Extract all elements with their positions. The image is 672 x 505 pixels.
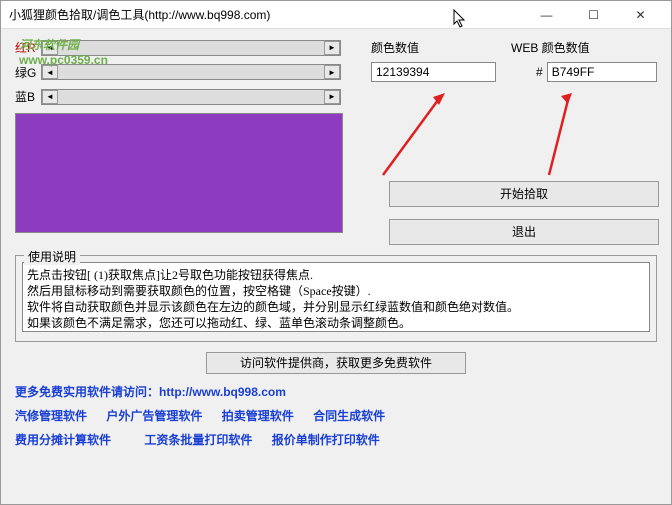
slider-left-arrow[interactable]: ◄ xyxy=(42,65,58,79)
exit-button[interactable]: 退出 xyxy=(389,219,659,245)
slider-left-arrow[interactable]: ◄ xyxy=(42,90,58,104)
maximize-button[interactable]: ☐ xyxy=(571,5,616,25)
slider-right-arrow[interactable]: ► xyxy=(324,41,340,55)
vendor-url[interactable]: http://www.bq998.com xyxy=(159,385,286,399)
visit-vendor-button[interactable]: 访问软件提供商，获取更多免费软件 xyxy=(206,352,466,374)
green-label: 绿G xyxy=(15,64,41,81)
arrow-annotation xyxy=(541,93,591,183)
link-item[interactable]: 合同生成软件 xyxy=(313,409,385,423)
blue-label: 蓝B xyxy=(15,88,41,105)
window-title: 小狐狸颜色拾取/调色工具(http://www.bq998.com) xyxy=(9,6,524,23)
link-item[interactable]: 汽修管理软件 xyxy=(15,409,87,423)
minimize-button[interactable]: — xyxy=(524,5,569,25)
close-button[interactable]: ✕ xyxy=(618,5,663,25)
instructions-text[interactable] xyxy=(22,262,650,332)
more-software-label: 更多免费实用软件请访问： xyxy=(15,385,159,399)
decimal-value-input[interactable] xyxy=(371,62,496,82)
red-label: 红R xyxy=(15,39,41,56)
slider-right-arrow[interactable]: ► xyxy=(324,90,340,104)
instructions-title: 使用说明 xyxy=(24,248,80,265)
hex-value-input[interactable] xyxy=(547,62,657,82)
arrow-annotation xyxy=(371,93,451,183)
links-section: 更多免费实用软件请访问：http://www.bq998.com 汽修管理软件 … xyxy=(15,380,657,452)
slider-right-arrow[interactable]: ► xyxy=(324,65,340,79)
blue-slider[interactable]: ◄ ► xyxy=(41,89,341,105)
link-item[interactable]: 拍卖管理软件 xyxy=(222,409,294,423)
slider-left-arrow[interactable]: ◄ xyxy=(42,41,58,55)
web-color-value-label: WEB 颜色数值 xyxy=(511,39,590,56)
green-slider[interactable]: ◄ ► xyxy=(41,64,341,80)
color-preview xyxy=(15,113,343,233)
link-item[interactable]: 户外广告管理软件 xyxy=(106,409,202,423)
color-value-label: 颜色数值 xyxy=(371,39,451,56)
link-item[interactable]: 报价单制作打印软件 xyxy=(272,433,380,447)
link-item[interactable]: 费用分摊计算软件 xyxy=(15,433,111,447)
hash-symbol: # xyxy=(536,65,543,79)
link-item[interactable]: 工资条批量打印软件 xyxy=(144,433,252,447)
red-slider[interactable]: ◄ ► xyxy=(41,40,341,56)
start-pick-button[interactable]: 开始拾取 xyxy=(389,181,659,207)
